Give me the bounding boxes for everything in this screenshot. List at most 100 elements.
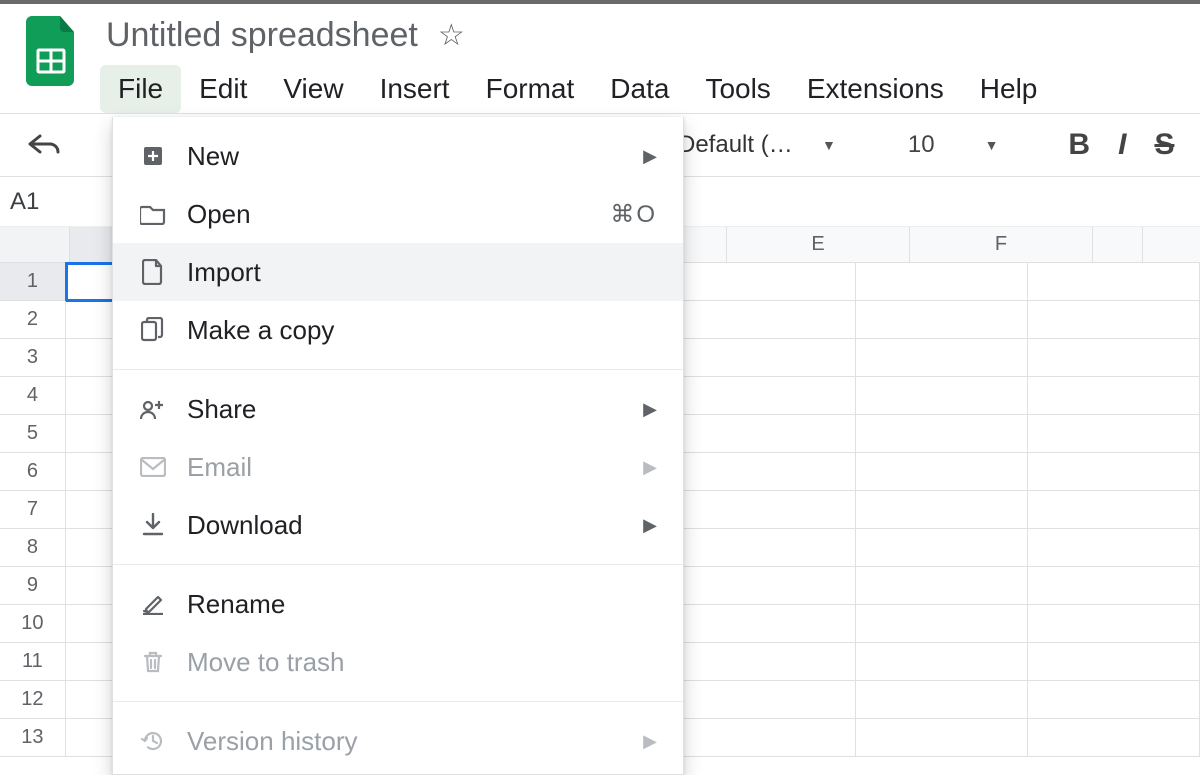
row-header[interactable]: 12 [0, 681, 66, 719]
menu-item-import[interactable]: Import [113, 243, 683, 301]
sheets-logo-icon[interactable] [26, 16, 78, 86]
font-size-select[interactable]: 10 ▼ [908, 131, 999, 159]
row-header[interactable]: 7 [0, 491, 66, 529]
menu-tools[interactable]: Tools [687, 65, 788, 113]
undo-button[interactable] [26, 132, 60, 158]
row-header[interactable]: 2 [0, 301, 66, 339]
history-icon [139, 729, 167, 753]
menu-item-open[interactable]: Open ⌘O [113, 185, 683, 243]
row-header[interactable]: 10 [0, 605, 66, 643]
cell[interactable] [1028, 377, 1200, 415]
cell[interactable] [684, 453, 856, 491]
cell[interactable] [684, 339, 856, 377]
row-header[interactable]: 13 [0, 719, 66, 757]
cell[interactable] [684, 719, 856, 757]
cell[interactable] [856, 339, 1028, 377]
cell[interactable] [684, 301, 856, 339]
cell[interactable] [856, 491, 1028, 529]
cell[interactable] [856, 681, 1028, 719]
row-header[interactable]: 4 [0, 377, 66, 415]
cell[interactable] [1028, 605, 1200, 643]
row-header[interactable]: 9 [0, 567, 66, 605]
select-all-corner[interactable] [0, 227, 70, 262]
cell[interactable] [856, 415, 1028, 453]
row-header[interactable]: 3 [0, 339, 66, 377]
menu-separator [113, 564, 683, 565]
cell[interactable] [1028, 529, 1200, 567]
rename-icon [139, 593, 167, 615]
cell[interactable] [1028, 491, 1200, 529]
menu-insert[interactable]: Insert [362, 65, 468, 113]
menu-extensions[interactable]: Extensions [789, 65, 962, 113]
col-header-more[interactable] [1093, 227, 1143, 262]
doc-title[interactable]: Untitled spreadsheet [106, 16, 418, 55]
submenu-arrow-icon: ▶ [643, 146, 657, 167]
menu-view[interactable]: View [265, 65, 361, 113]
name-box[interactable]: A1 [6, 188, 39, 216]
menu-item-new[interactable]: New ▶ [113, 127, 683, 185]
row-header[interactable]: 1 [0, 263, 66, 301]
cell[interactable] [1028, 643, 1200, 681]
cell[interactable] [1028, 415, 1200, 453]
cell[interactable] [684, 605, 856, 643]
cell[interactable] [856, 377, 1028, 415]
caret-down-icon: ▼ [985, 137, 999, 153]
copy-icon [139, 317, 167, 343]
cell[interactable] [684, 643, 856, 681]
cell[interactable] [856, 567, 1028, 605]
star-icon[interactable]: ☆ [438, 18, 465, 53]
file-menu-dropdown: New ▶ Open ⌘O Import Make a copy Share ▶… [112, 117, 684, 775]
cell[interactable] [684, 681, 856, 719]
col-header-E[interactable]: E [727, 227, 910, 262]
row-header[interactable]: 8 [0, 529, 66, 567]
row-header[interactable]: 5 [0, 415, 66, 453]
cell[interactable] [684, 263, 856, 301]
menu-data[interactable]: Data [592, 65, 687, 113]
bold-button[interactable]: B [1068, 128, 1090, 162]
menu-item-share[interactable]: Share ▶ [113, 380, 683, 438]
cell[interactable] [1028, 339, 1200, 377]
cell[interactable] [684, 567, 856, 605]
cell[interactable] [856, 643, 1028, 681]
submenu-arrow-icon: ▶ [643, 457, 657, 478]
submenu-arrow-icon: ▶ [643, 515, 657, 536]
menu-item-version-history: Version history ▶ [113, 712, 683, 770]
col-header-F[interactable]: F [910, 227, 1093, 262]
row-header[interactable]: 11 [0, 643, 66, 681]
cell[interactable] [1028, 567, 1200, 605]
cell[interactable] [856, 719, 1028, 757]
cell[interactable] [856, 263, 1028, 301]
strikethrough-button[interactable]: S [1154, 128, 1174, 162]
row-header[interactable]: 6 [0, 453, 66, 491]
submenu-arrow-icon: ▶ [643, 399, 657, 420]
font-family-select[interactable]: Default (Ari… ▼ [678, 131, 836, 159]
menu-item-email: Email ▶ [113, 438, 683, 496]
cell[interactable] [684, 491, 856, 529]
download-icon [139, 513, 167, 537]
menu-edit[interactable]: Edit [181, 65, 265, 113]
cell[interactable] [856, 605, 1028, 643]
trash-icon [139, 650, 167, 674]
cell[interactable] [684, 377, 856, 415]
cell[interactable] [1028, 681, 1200, 719]
cell[interactable] [1028, 263, 1200, 301]
cell[interactable] [856, 453, 1028, 491]
menu-item-download[interactable]: Download ▶ [113, 496, 683, 554]
cell[interactable] [684, 415, 856, 453]
menu-format[interactable]: Format [468, 65, 593, 113]
cell[interactable] [856, 301, 1028, 339]
cell[interactable] [1028, 719, 1200, 757]
menu-separator [113, 369, 683, 370]
menu-item-rename[interactable]: Rename [113, 575, 683, 633]
cell[interactable] [1028, 453, 1200, 491]
caret-down-icon: ▼ [822, 137, 836, 153]
cell[interactable] [856, 529, 1028, 567]
italic-button[interactable]: I [1118, 128, 1126, 162]
menu-file[interactable]: File [100, 65, 181, 113]
menu-item-move-to-trash: Move to trash [113, 633, 683, 691]
menu-item-make-copy[interactable]: Make a copy [113, 301, 683, 359]
menu-help[interactable]: Help [962, 65, 1056, 113]
cell[interactable] [684, 529, 856, 567]
share-icon [139, 398, 167, 420]
cell[interactable] [1028, 301, 1200, 339]
